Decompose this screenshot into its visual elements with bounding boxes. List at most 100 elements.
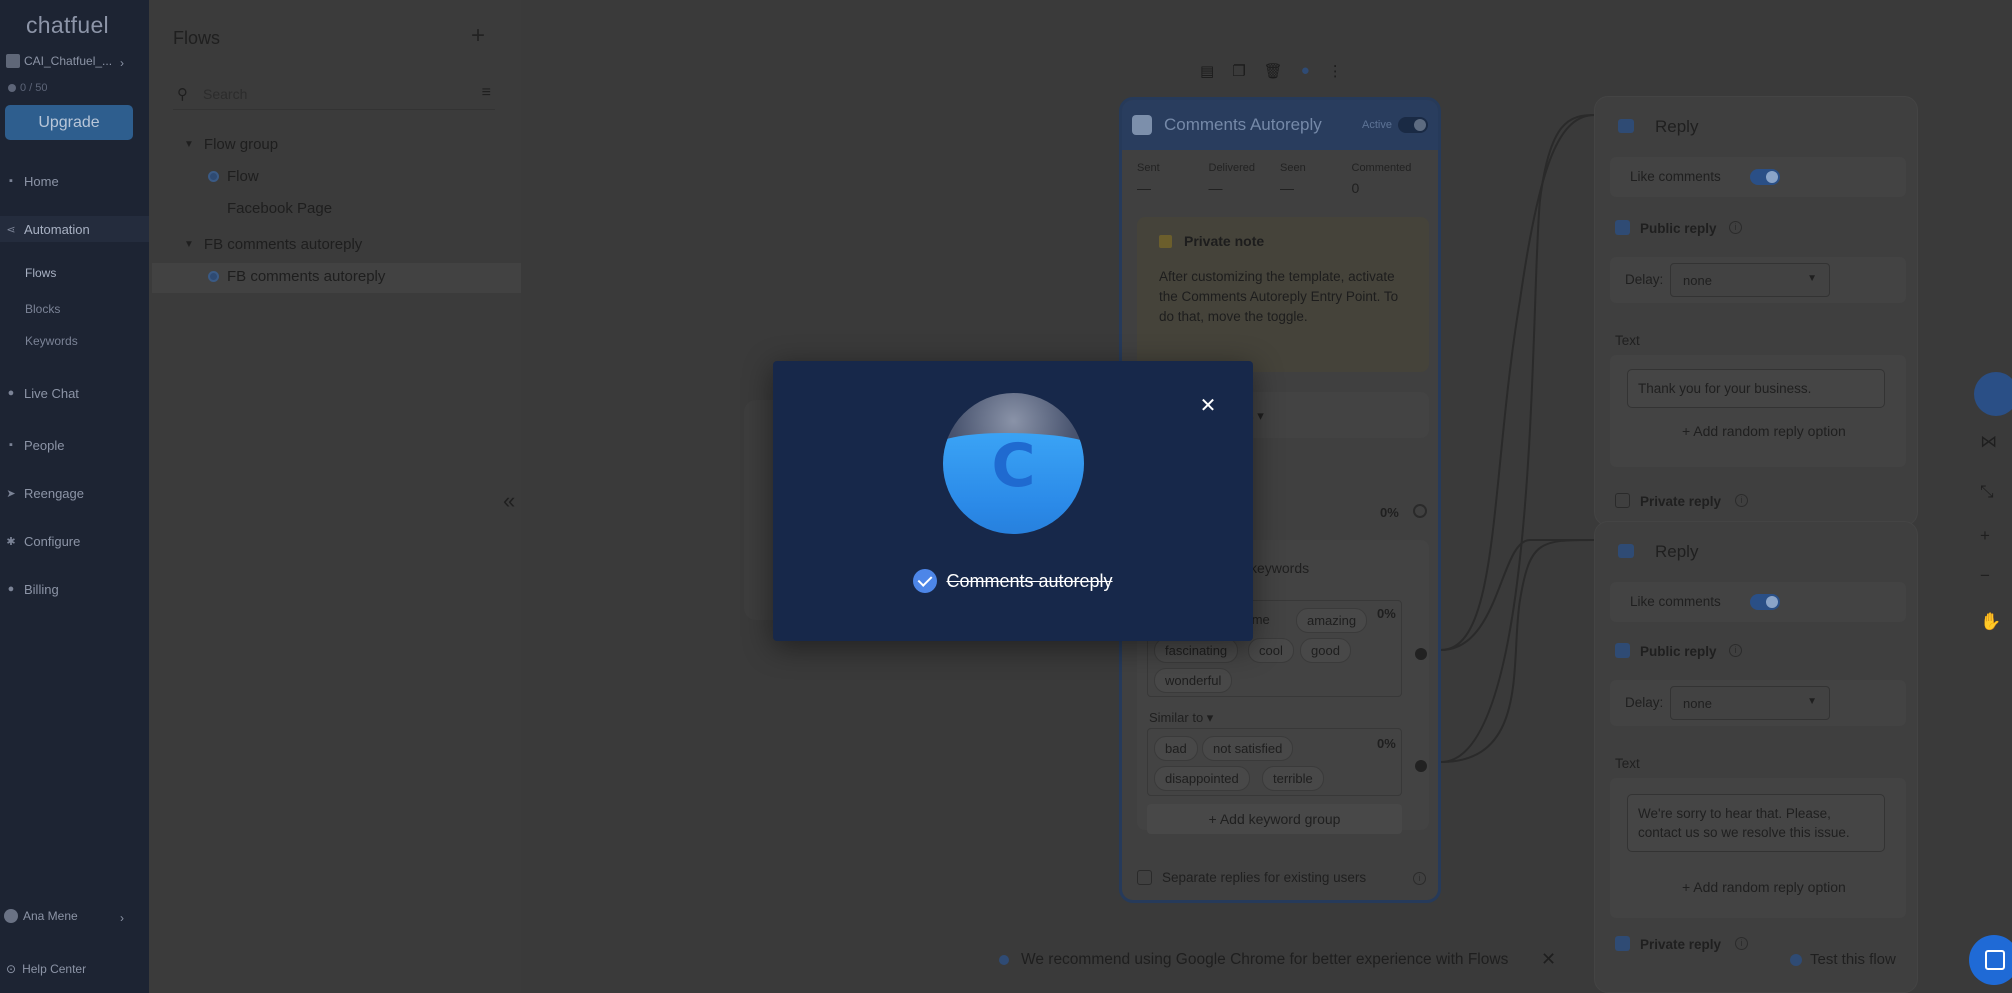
info-icon[interactable]: i — [1729, 644, 1742, 657]
nav-home-label: Home — [24, 173, 59, 189]
private-reply-checkbox[interactable] — [1615, 936, 1630, 951]
help-center-link[interactable]: ⊙ Help Center — [6, 962, 86, 976]
stat-label: Seen — [1280, 162, 1306, 174]
text-row: We're sorry to hear that. Please, contac… — [1610, 778, 1906, 918]
keyword-chip[interactable]: terrible — [1262, 766, 1324, 791]
keyword-chip[interactable]: cool — [1248, 638, 1294, 663]
share-icon[interactable]: ⋈ — [1980, 432, 1997, 452]
note-icon[interactable]: ▤ — [1200, 62, 1214, 80]
keyword-chip[interactable]: disappointed — [1154, 766, 1250, 791]
copy-icon[interactable]: ❐ — [1232, 62, 1245, 80]
nav-configure[interactable]: ✱ Configure — [0, 528, 149, 554]
tree-item-flow[interactable]: Flow — [208, 168, 259, 185]
stat-seen: Seen — — [1280, 162, 1352, 196]
keyword-chip[interactable]: not satisfied — [1202, 736, 1294, 761]
nav-reengage[interactable]: ➤ Reengage — [0, 480, 149, 506]
connector-dot[interactable] — [1415, 648, 1427, 660]
banner-text: We recommend using Google Chrome for bet… — [1021, 951, 1509, 968]
delay-select[interactable]: none ▼ — [1670, 686, 1830, 720]
add-random-reply-button[interactable]: + Add random reply option — [1682, 423, 1846, 439]
nav-automation[interactable]: ⋖ Automation — [0, 216, 149, 242]
delete-icon[interactable]: 🗑 — [1264, 62, 1283, 80]
reply-card-1[interactable]: Reply Like comments Public reply i Delay… — [1594, 96, 1918, 526]
keyword-chip[interactable]: good — [1300, 638, 1351, 663]
chevron-right-icon[interactable]: › — [120, 56, 124, 70]
hand-icon[interactable]: ✋ — [1980, 612, 2001, 632]
tree-item-fb-comments-autoreply[interactable]: FB comments autoreply — [208, 268, 385, 285]
like-comments-toggle[interactable] — [1750, 594, 1780, 610]
fit-view-icon[interactable]: ⤡ — [1980, 482, 1994, 502]
reply-card-2[interactable]: Reply Like comments Public reply i Delay… — [1594, 521, 1918, 993]
flow-icon — [208, 171, 219, 182]
expand-arrow-icon[interactable]: ▼ — [184, 139, 194, 150]
zoom-out-icon[interactable]: − — [1980, 566, 1990, 586]
user-menu[interactable]: Ana Mene — [4, 909, 78, 923]
keyword-chip[interactable]: amazing — [1296, 608, 1368, 633]
nav-sub-flows[interactable]: Flows — [25, 266, 56, 280]
note-checkbox[interactable] — [1159, 234, 1172, 248]
keyword-chip[interactable]: wonderful — [1154, 668, 1233, 693]
settings-icon[interactable] — [1413, 504, 1427, 518]
zoom-in-icon[interactable]: + — [1980, 526, 1990, 546]
separate-replies-checkbox[interactable] — [1137, 870, 1152, 885]
bot-selector[interactable]: CAI_Chatfuel_... — [6, 54, 112, 68]
active-toggle[interactable] — [1398, 117, 1428, 133]
reply-text-input[interactable]: Thank you for your business. — [1627, 369, 1885, 408]
connector-dot[interactable] — [1415, 760, 1427, 772]
expand-arrow-icon[interactable]: ▼ — [184, 239, 194, 250]
private-reply-checkbox[interactable] — [1615, 493, 1630, 508]
add-block-button[interactable] — [1974, 372, 2012, 416]
info-icon[interactable]: i — [1735, 937, 1748, 950]
close-icon[interactable]: ✕ — [1541, 949, 1556, 970]
info-icon[interactable]: i — [1735, 494, 1748, 507]
more-icon[interactable]: ⋮ — [1328, 62, 1343, 80]
public-reply-checkbox[interactable] — [1615, 220, 1630, 235]
automation-icon: ⋖ — [6, 223, 16, 236]
tree-group-flow-group[interactable]: ▼ Flow group — [184, 136, 278, 153]
filter-icon[interactable]: ≡ — [482, 84, 491, 102]
tree-item-facebook-page[interactable]: Facebook Page — [227, 200, 332, 217]
card-header: Comments Autoreply Active — [1122, 100, 1438, 150]
modal-label: Comments autoreply — [946, 570, 1113, 591]
add-flow-button[interactable]: + — [471, 22, 485, 50]
nav-people[interactable]: ▪ People — [0, 432, 149, 458]
info-icon — [999, 955, 1009, 965]
collapse-panel-icon[interactable]: « — [503, 488, 515, 514]
logo-letter: C — [991, 431, 1036, 501]
delay-select[interactable]: none ▼ — [1670, 263, 1830, 297]
like-comments-toggle[interactable] — [1750, 169, 1780, 185]
delay-label: Delay: — [1625, 695, 1664, 710]
tree-group-fb-comments[interactable]: ▼ FB comments autoreply — [184, 236, 362, 253]
nav-billing[interactable]: ● Billing — [0, 576, 149, 602]
nav-home[interactable]: ▪ Home — [0, 168, 149, 194]
messenger-icon[interactable]: ● — [1301, 62, 1310, 80]
nav-sub-keywords[interactable]: Keywords — [25, 334, 78, 348]
nav-live-chat[interactable]: ● Live Chat — [0, 380, 149, 406]
info-icon[interactable]: i — [1729, 221, 1742, 234]
reply-text-input[interactable]: We're sorry to hear that. Please, contac… — [1627, 794, 1885, 852]
close-icon[interactable]: ✕ — [1197, 395, 1219, 417]
search-input[interactable] — [203, 85, 453, 102]
private-note[interactable]: Private note After customizing the templ… — [1137, 217, 1429, 372]
keyword-chip[interactable]: bad — [1154, 736, 1198, 761]
note-body: After customizing the template, activate… — [1159, 269, 1399, 324]
keyword-chip[interactable]: fascinating — [1154, 638, 1239, 663]
nav-sub-blocks[interactable]: Blocks — [25, 302, 60, 316]
stat-delivered: Delivered — — [1209, 162, 1281, 196]
keyword-group-negative[interactable]: bad not satisfied disappointed terrible — [1147, 728, 1402, 796]
support-chat-button[interactable] — [1969, 935, 2012, 985]
delay-row: Delay: none ▼ — [1610, 680, 1906, 726]
add-keyword-group-button[interactable]: + Add keyword group — [1147, 804, 1402, 834]
test-flow-button[interactable]: Test this flow — [1790, 951, 1896, 968]
add-random-reply-button[interactable]: + Add random reply option — [1682, 879, 1846, 895]
info-icon[interactable]: i — [1413, 872, 1426, 885]
separate-replies-option[interactable]: Separate replies for existing users — [1137, 870, 1366, 885]
public-reply-checkbox[interactable] — [1615, 643, 1630, 658]
tree-item-label: Flow — [227, 168, 259, 185]
chevron-right-icon[interactable]: › — [120, 911, 124, 925]
keywords-label: keywords — [1250, 560, 1310, 576]
bot-avatar — [6, 54, 20, 68]
similar-to-dropdown[interactable]: Similar to ▾ — [1149, 710, 1213, 726]
upgrade-button[interactable]: Upgrade — [5, 105, 133, 140]
chatfuel-logo[interactable]: chatfuel — [26, 12, 109, 39]
